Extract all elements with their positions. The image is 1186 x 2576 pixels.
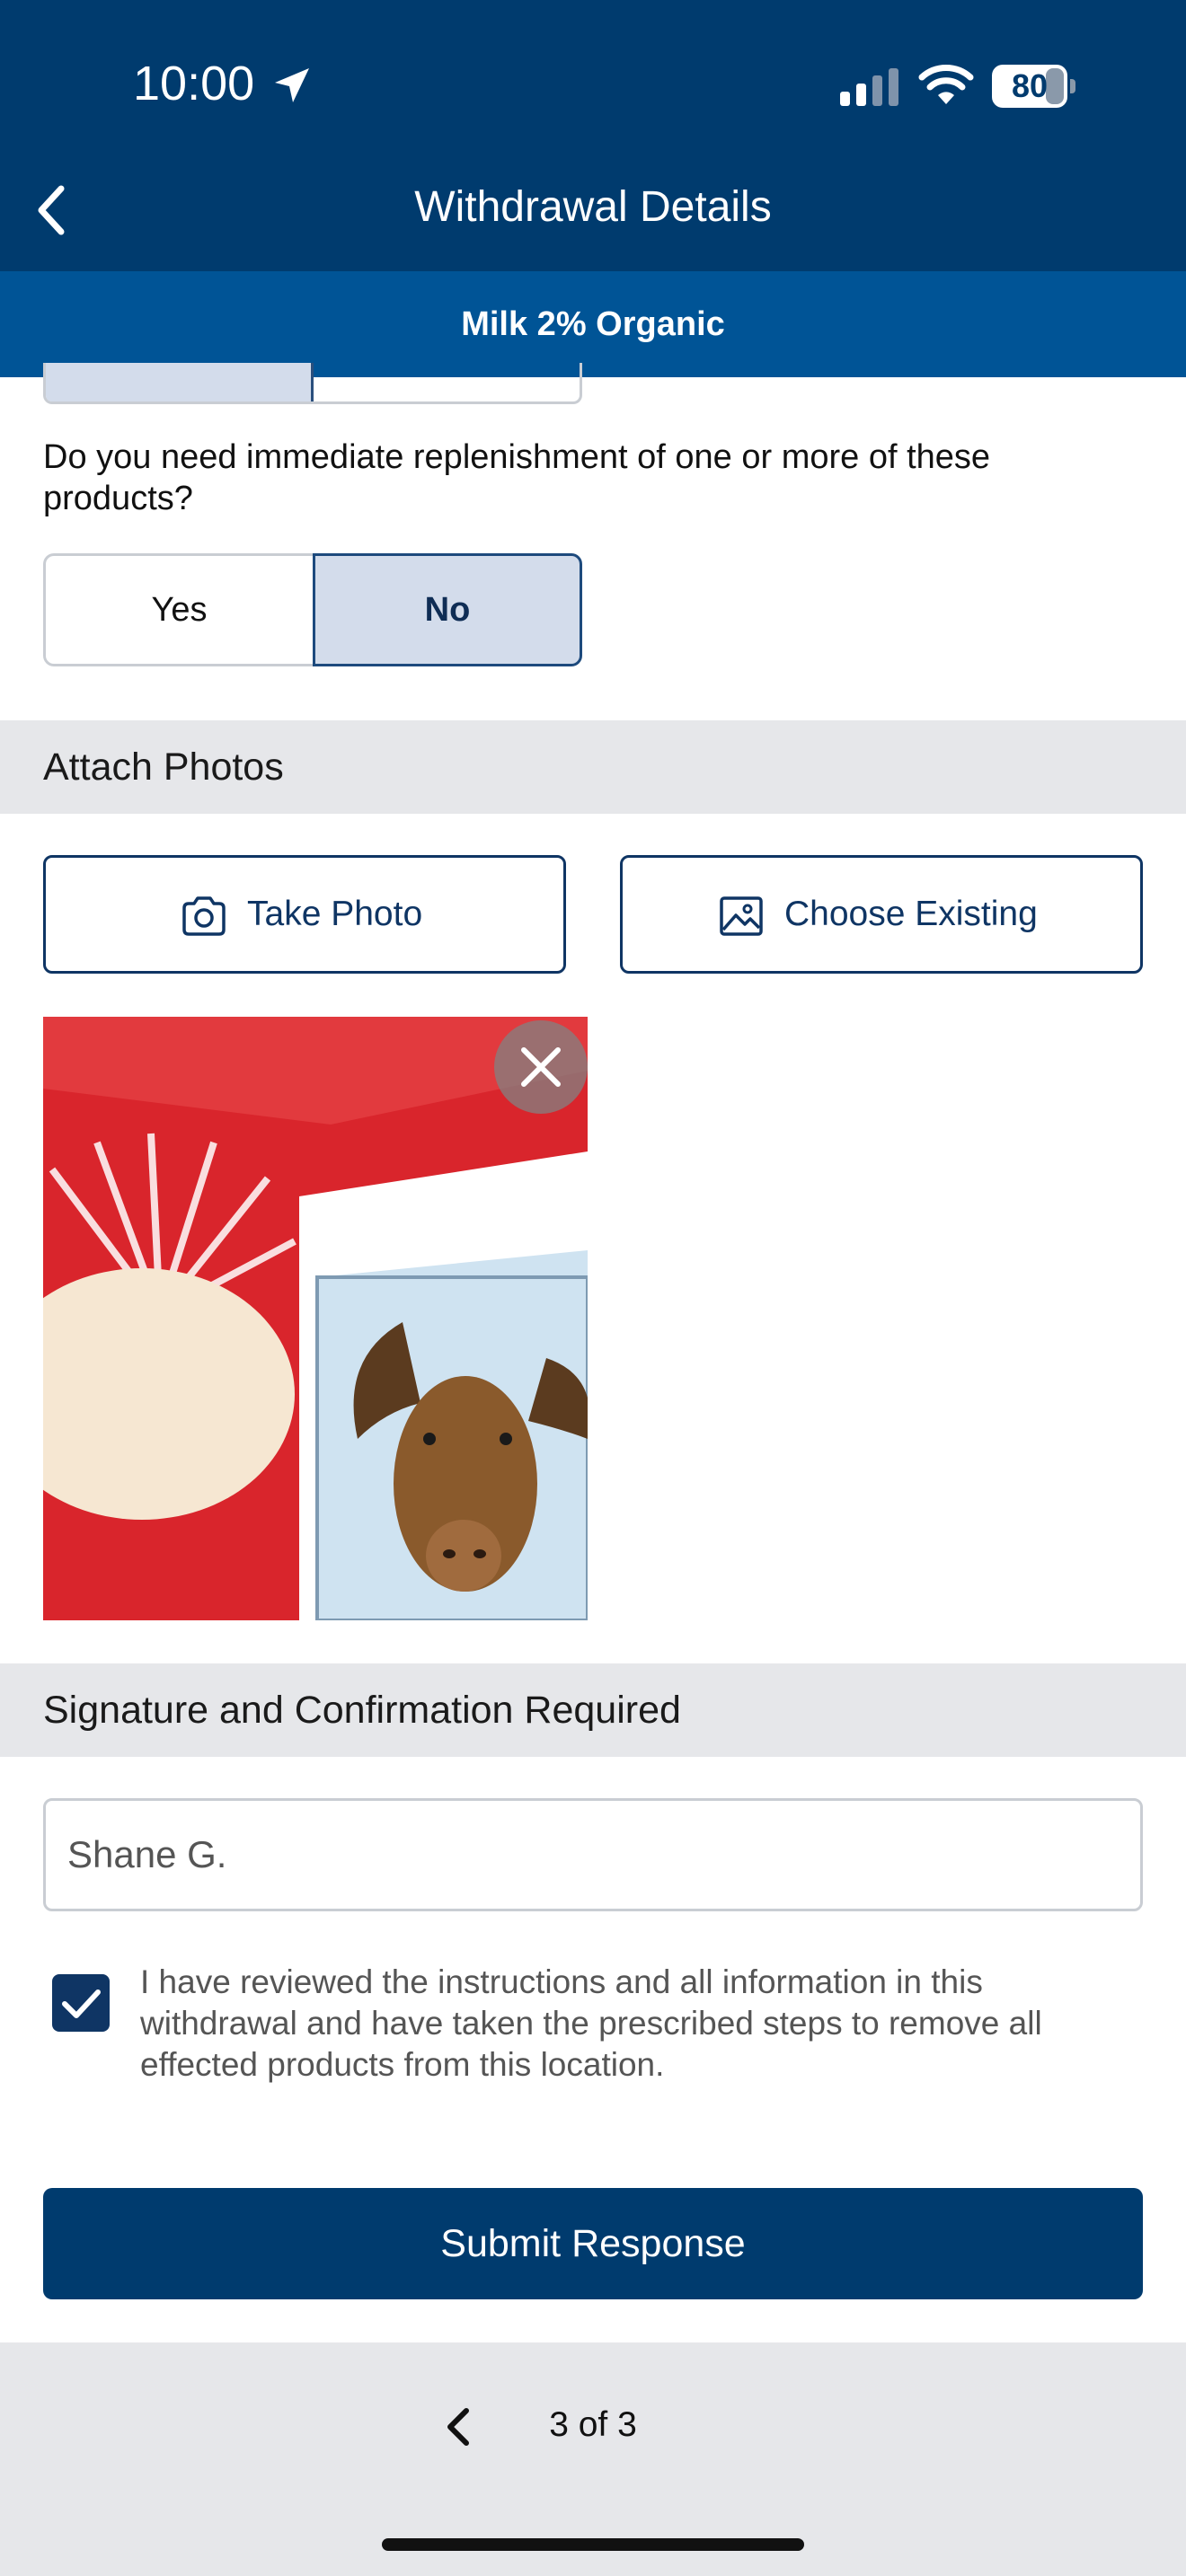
signature-name-field[interactable]: Shane G. (43, 1798, 1143, 1911)
section-title: Signature and Confirmation Required (43, 1689, 681, 1732)
signature-section-header: Signature and Confirmation Required (0, 1663, 1186, 1757)
remove-photo-button[interactable] (494, 1020, 588, 1114)
page-indicator: 3 of 3 (549, 2405, 637, 2444)
no-option-button[interactable]: No (313, 553, 582, 666)
confirm-statement: I have reviewed the instructions and all… (140, 1963, 1042, 2083)
cellular-signal-icon (840, 68, 898, 106)
choose-existing-label: Choose Existing (784, 895, 1038, 933)
location-arrow-icon (275, 68, 309, 102)
submit-response-button[interactable]: Submit Response (43, 2188, 1143, 2299)
status-time: 10:00 (133, 57, 255, 110)
take-photo-button[interactable]: Take Photo (43, 855, 566, 974)
replenishment-question: Do you need immediate replenishment of o… (43, 438, 991, 517)
camera-icon (182, 896, 226, 936)
previous-page-button[interactable] (435, 2402, 485, 2452)
take-photo-label: Take Photo (247, 895, 423, 933)
battery-level: 80 (1011, 67, 1049, 104)
product-name: Milk 2% Organic (461, 305, 725, 343)
previous-question-toggle[interactable] (43, 363, 582, 404)
choose-existing-button[interactable]: Choose Existing (620, 855, 1143, 974)
product-bar: Milk 2% Organic (0, 271, 1186, 377)
image-icon (720, 896, 763, 936)
confirm-checkbox[interactable] (52, 1974, 110, 2032)
battery-icon: 80 (992, 65, 1075, 108)
attach-photos-header: Attach Photos (0, 720, 1186, 814)
withdrawal-details-screen: 10:00 80 Withdrawal Details Milk 2% Orga… (0, 0, 1186, 2576)
home-indicator (382, 2538, 804, 2551)
navigation-header: 10:00 80 Withdrawal Details (0, 0, 1186, 271)
signature-name-value: Shane G. (67, 1833, 227, 1875)
page-title: Withdrawal Details (414, 183, 772, 231)
yes-option-button[interactable]: Yes (43, 553, 313, 666)
attached-photo-thumbnail[interactable] (43, 1017, 588, 1620)
replenishment-toggle: Yes No (43, 553, 582, 666)
wifi-icon (918, 65, 974, 104)
section-title: Attach Photos (43, 745, 284, 789)
